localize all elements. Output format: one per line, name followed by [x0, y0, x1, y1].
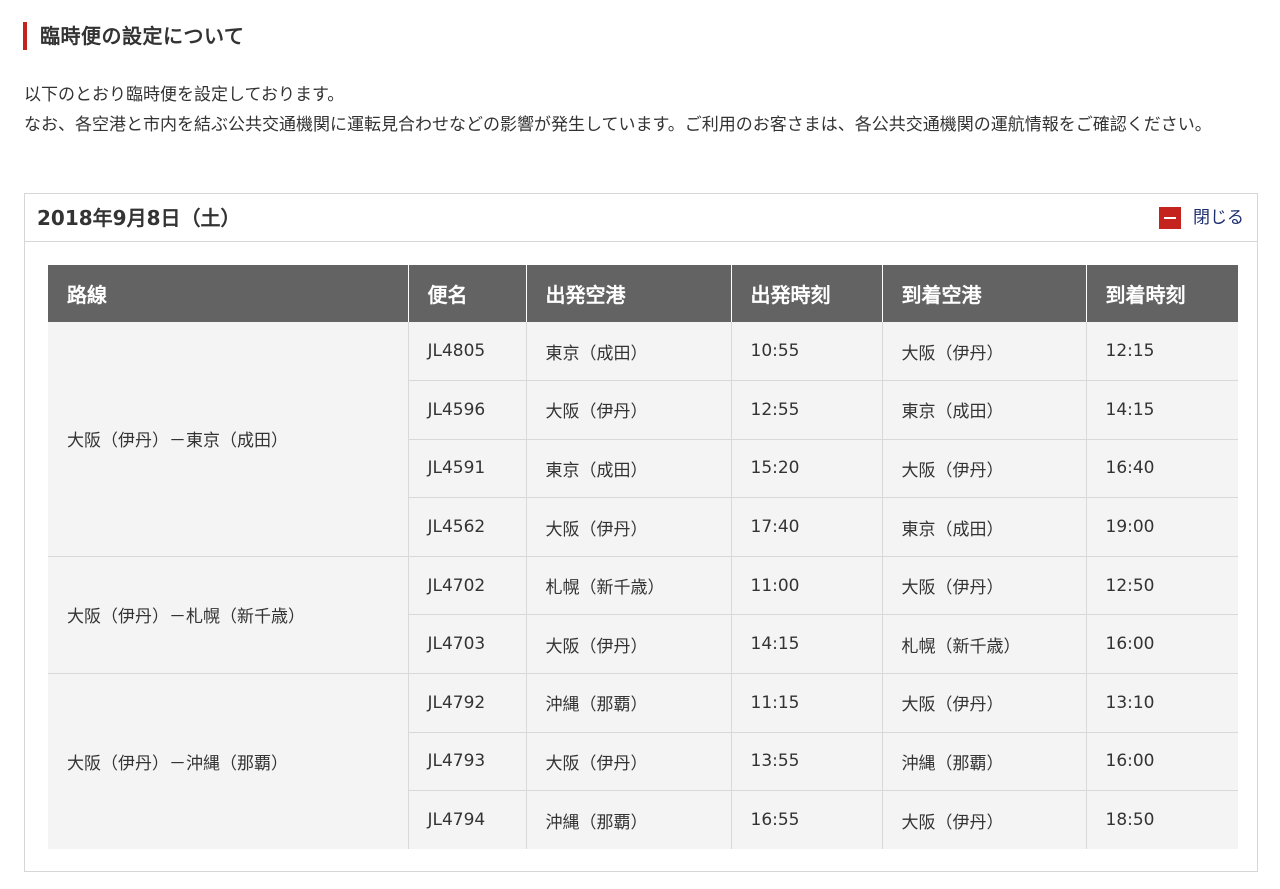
panel-date: 2018年9月8日（土） [37, 206, 241, 230]
dep-airport: 札幌（新千歳） [526, 556, 732, 616]
dep-time: 10:55 [731, 322, 883, 382]
table-row: 大阪（伊丹）－沖縄（那覇） JL4792 沖縄（那覇） 11:15 大阪（伊丹）… [48, 673, 1238, 850]
arr-time: 12:15 [1086, 322, 1238, 382]
arr-airport: 沖縄（那覇） [882, 732, 1087, 792]
flight-number: JL4591 [408, 439, 527, 499]
header-dep-airport: 出発空港 [526, 265, 732, 322]
flight-table: 路線 便名 出発空港 出発時刻 到着空港 到着時刻 大阪（伊丹）－東京（成田） … [48, 265, 1238, 850]
header-arr-time: 到着時刻 [1086, 265, 1238, 322]
flight-panel: 2018年9月8日（土） 閉じる 路線 便名 出発空港 出発時刻 到着空港 到着… [24, 193, 1258, 872]
arr-airport: 東京（成田） [882, 380, 1087, 440]
arr-time: 16:00 [1086, 732, 1238, 792]
arr-airport: 大阪（伊丹） [882, 790, 1087, 850]
arr-time: 12:50 [1086, 556, 1238, 616]
flight-number: JL4805 [408, 322, 527, 382]
arr-time: 18:50 [1086, 790, 1238, 850]
dep-time: 17:40 [731, 497, 883, 557]
minus-icon[interactable] [1159, 207, 1181, 229]
header-dep-time: 出発時刻 [731, 265, 883, 322]
arr-airport: 大阪（伊丹） [882, 556, 1087, 616]
dep-time: 11:15 [731, 673, 883, 733]
intro-line-1: 以下のとおり臨時便を設定しております。 [24, 85, 345, 105]
flight-table-body: 大阪（伊丹）－東京（成田） JL4805 東京（成田） 10:55 大阪（伊丹）… [48, 322, 1238, 850]
table-row: 大阪（伊丹）－札幌（新千歳） JL4702 札幌（新千歳） 11:00 大阪（伊… [48, 556, 1238, 675]
route-cell: 大阪（伊丹）－沖縄（那覇） [48, 673, 409, 850]
flight-number: JL4703 [408, 614, 527, 675]
header-flight: 便名 [408, 265, 527, 322]
flight-number: JL4793 [408, 732, 527, 792]
dep-airport: 東京（成田） [526, 322, 732, 382]
dep-time: 14:15 [731, 614, 883, 675]
dep-airport: 沖縄（那覇） [526, 790, 732, 850]
close-toggle[interactable]: 閉じる [1159, 206, 1244, 230]
flight-number: JL4702 [408, 556, 527, 616]
arr-airport: 大阪（伊丹） [882, 673, 1087, 733]
dep-time: 11:00 [731, 556, 883, 616]
dep-time: 13:55 [731, 732, 883, 792]
close-label[interactable]: 閉じる [1193, 206, 1244, 230]
arr-time: 16:00 [1086, 614, 1238, 675]
route-cell: 大阪（伊丹）－東京（成田） [48, 322, 409, 557]
arr-airport: 札幌（新千歳） [882, 614, 1087, 675]
flight-number: JL4562 [408, 497, 527, 557]
dep-airport: 大阪（伊丹） [526, 497, 732, 557]
route-cell: 大阪（伊丹）－札幌（新千歳） [48, 556, 409, 675]
dep-time: 15:20 [731, 439, 883, 499]
dep-airport: 大阪（伊丹） [526, 732, 732, 792]
table-header-row: 路線 便名 出発空港 出発時刻 到着空港 到着時刻 [48, 265, 1238, 322]
dep-airport: 大阪（伊丹） [526, 614, 732, 675]
header-arr-airport: 到着空港 [882, 265, 1087, 322]
arr-time: 19:00 [1086, 497, 1238, 557]
table-row: 大阪（伊丹）－東京（成田） JL4805 東京（成田） 10:55 大阪（伊丹）… [48, 322, 1238, 557]
dep-airport: 東京（成田） [526, 439, 732, 499]
dep-time: 16:55 [731, 790, 883, 850]
intro-line-2: なお、各空港と市内を結ぶ公共交通機関に運転見合わせなどの影響が発生しています。ご… [24, 115, 1212, 135]
dep-airport: 大阪（伊丹） [526, 380, 732, 440]
flight-number: JL4596 [408, 380, 527, 440]
arr-airport: 東京（成田） [882, 497, 1087, 557]
panel-header[interactable]: 2018年9月8日（土） 閉じる [25, 194, 1257, 242]
header-route: 路線 [48, 265, 409, 322]
intro-text: 以下のとおり臨時便を設定しております。 なお、各空港と市内を結ぶ公共交通機関に運… [24, 80, 1254, 140]
arr-airport: 大阪（伊丹） [882, 439, 1087, 499]
dep-time: 12:55 [731, 380, 883, 440]
flight-number: JL4794 [408, 790, 527, 850]
dep-airport: 沖縄（那覇） [526, 673, 732, 733]
panel-bottom-mask [25, 849, 1257, 871]
arr-time: 13:10 [1086, 673, 1238, 733]
arr-airport: 大阪（伊丹） [882, 322, 1087, 382]
section-title: 臨時便の設定について [23, 22, 244, 50]
arr-time: 16:40 [1086, 439, 1238, 499]
flight-number: JL4792 [408, 673, 527, 733]
arr-time: 14:15 [1086, 380, 1238, 440]
